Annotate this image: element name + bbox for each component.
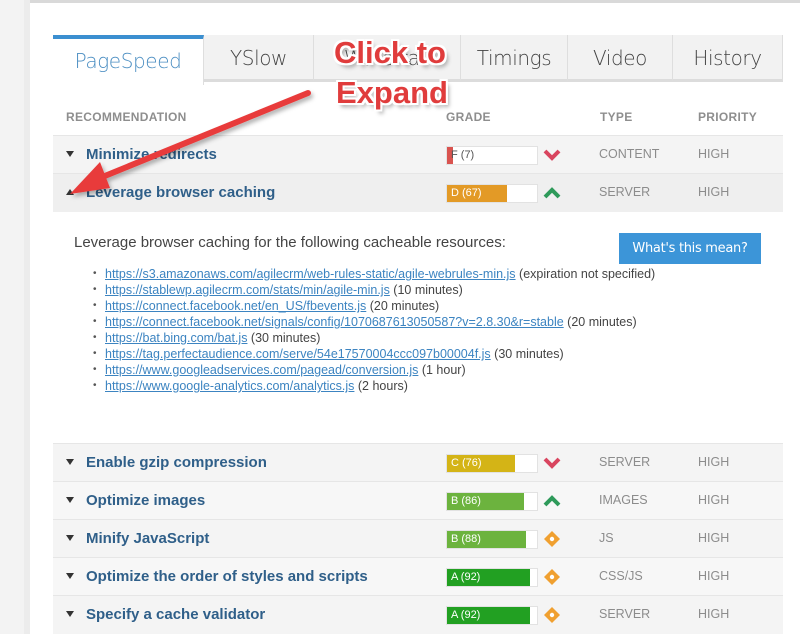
- resource-list: https://s3.amazonaws.com/agilecrm/web-ru…: [93, 266, 725, 394]
- resource-item: https://www.googleadservices.com/pagead/…: [93, 362, 725, 378]
- whats-this-mean-button[interactable]: What's this mean?: [619, 233, 761, 264]
- resource-link[interactable]: https://connect.facebook.net/signals/con…: [105, 315, 564, 329]
- trend-neutral-icon: [543, 606, 561, 624]
- recommendation-name[interactable]: Specify a cache validator: [86, 606, 265, 623]
- tab-yslow[interactable]: YSlow: [204, 35, 314, 82]
- resource-expiry: (10 minutes): [389, 283, 463, 297]
- grade-label: A (92): [451, 609, 481, 621]
- trend-neutral-icon: [543, 530, 561, 548]
- recommendation-row[interactable]: Specify a cache validator A (92) SERVER HIG…: [53, 595, 783, 634]
- header-recommendation: RECOMMENDATION: [66, 110, 187, 124]
- priority-cell: HIGH: [698, 531, 730, 545]
- priority-cell: HIGH: [698, 455, 730, 469]
- resource-expiry: (20 minutes): [563, 315, 637, 329]
- tab-timings[interactable]: Timings: [461, 35, 568, 82]
- recommendation-name[interactable]: Optimize the order of styles and scripts: [86, 568, 368, 585]
- type-cell: SERVER: [599, 607, 651, 621]
- recommendation-row[interactable]: Minify JavaScript B (88) JS HIGH: [53, 519, 783, 558]
- resource-expiry: (1 hour): [418, 363, 466, 377]
- recommendation-name[interactable]: Leverage browser caching: [86, 184, 275, 201]
- recommendation-row[interactable]: Optimize images B (86) IMAGES HIGH: [53, 481, 783, 520]
- recommendation-detail: Leverage browser caching for the followi…: [53, 212, 783, 442]
- resource-link[interactable]: https://www.googleadservices.com/pagead/…: [105, 363, 418, 377]
- top-border: [0, 0, 800, 3]
- left-gutter: [0, 0, 24, 634]
- header-priority: PRIORITY: [698, 110, 758, 124]
- grade-bar: B (86): [446, 492, 538, 511]
- caret-down-icon[interactable]: [66, 151, 74, 157]
- trend-neutral-icon: [543, 568, 561, 586]
- type-cell: CONTENT: [599, 147, 660, 161]
- priority-cell: HIGH: [698, 569, 730, 583]
- recommendation-row[interactable]: Leverage browser caching D (67) SERVER HIGH: [53, 173, 783, 212]
- grade-label: B (88): [451, 533, 481, 545]
- resource-item: https://tag.perfectaudience.com/serve/54…: [93, 346, 725, 362]
- resource-link[interactable]: https://connect.facebook.net/en_US/fbeve…: [105, 299, 366, 313]
- caret-down-icon[interactable]: [66, 497, 74, 503]
- priority-cell: HIGH: [698, 185, 730, 199]
- grade-bar: B (88): [446, 530, 538, 549]
- grade-label: A (92): [451, 571, 481, 583]
- resource-link[interactable]: https://stablewp.agilecrm.com/stats/min/…: [105, 283, 390, 297]
- grade-bar: A (92): [446, 606, 538, 625]
- type-cell: SERVER: [599, 185, 651, 199]
- resource-item: https://connect.facebook.net/en_US/fbeve…: [93, 298, 725, 314]
- recommendation-name[interactable]: Minimize redirects: [86, 146, 217, 163]
- resource-expiry: (30 minutes): [247, 331, 321, 345]
- recommendation-name[interactable]: Enable gzip compression: [86, 454, 267, 471]
- type-cell: SERVER: [599, 455, 651, 469]
- trend-down-icon: [543, 454, 561, 472]
- caret-up-icon[interactable]: [66, 189, 74, 195]
- priority-cell: HIGH: [698, 607, 730, 621]
- resource-link[interactable]: https://tag.perfectaudience.com/serve/54…: [105, 347, 491, 361]
- left-divider: [24, 0, 30, 634]
- grade-bar: D (67): [446, 184, 538, 203]
- grade-label: C (76): [451, 457, 482, 469]
- caret-down-icon[interactable]: [66, 535, 74, 541]
- caret-down-icon[interactable]: [66, 459, 74, 465]
- annotation-text-line1: Click to: [334, 35, 446, 70]
- type-cell: JS: [599, 531, 614, 545]
- caret-down-icon[interactable]: [66, 573, 74, 579]
- resource-expiry: (30 minutes): [490, 347, 564, 361]
- header-type: TYPE: [600, 110, 633, 124]
- type-cell: CSS/JS: [599, 569, 643, 583]
- grade-label: F (7): [451, 149, 475, 161]
- grade-label: B (86): [451, 495, 481, 507]
- recommendation-row[interactable]: Enable gzip compression C (76) SERVER HIGH: [53, 443, 783, 482]
- trend-down-icon: [543, 146, 561, 164]
- priority-cell: HIGH: [698, 147, 730, 161]
- resource-item: https://www.google-analytics.com/analyti…: [93, 378, 725, 394]
- resource-item: https://s3.amazonaws.com/agilecrm/web-ru…: [93, 266, 725, 282]
- resource-expiry: (20 minutes): [366, 299, 440, 313]
- resource-item: https://stablewp.agilecrm.com/stats/min/…: [93, 282, 725, 298]
- resource-link[interactable]: https://bat.bing.com/bat.js: [105, 331, 247, 345]
- recommendation-name[interactable]: Minify JavaScript: [86, 530, 209, 547]
- resource-link[interactable]: https://s3.amazonaws.com/agilecrm/web-ru…: [105, 267, 516, 281]
- trend-up-icon: [543, 184, 561, 202]
- recommendation-row[interactable]: Optimize the order of styles and scripts…: [53, 557, 783, 596]
- header-grade: GRADE: [446, 110, 491, 124]
- caret-down-icon[interactable]: [66, 611, 74, 617]
- resource-expiry: (expiration not specified): [515, 267, 656, 281]
- grade-bar: C (76): [446, 454, 538, 473]
- tab-history[interactable]: History: [673, 35, 783, 82]
- grade-label: D (67): [451, 187, 482, 199]
- resource-link[interactable]: https://www.google-analytics.com/analyti…: [105, 379, 354, 393]
- grade-bar: F (7): [446, 146, 538, 165]
- grade-bar: A (92): [446, 568, 538, 587]
- recommendation-name[interactable]: Optimize images: [86, 492, 205, 509]
- type-cell: IMAGES: [599, 493, 648, 507]
- priority-cell: HIGH: [698, 493, 730, 507]
- detail-intro: Leverage browser caching for the followi…: [74, 234, 506, 251]
- recommendation-row[interactable]: Minimize redirects F (7) CONTENT HIGH: [53, 135, 783, 174]
- tab-pagespeed[interactable]: PageSpeed: [53, 35, 204, 85]
- resource-expiry: (2 hours): [354, 379, 408, 393]
- annotation-text-line2: Expand: [336, 75, 448, 110]
- resource-item: https://connect.facebook.net/signals/con…: [93, 314, 725, 330]
- trend-up-icon: [543, 492, 561, 510]
- resource-item: https://bat.bing.com/bat.js (30 minutes): [93, 330, 725, 346]
- tab-video[interactable]: Video: [568, 35, 673, 82]
